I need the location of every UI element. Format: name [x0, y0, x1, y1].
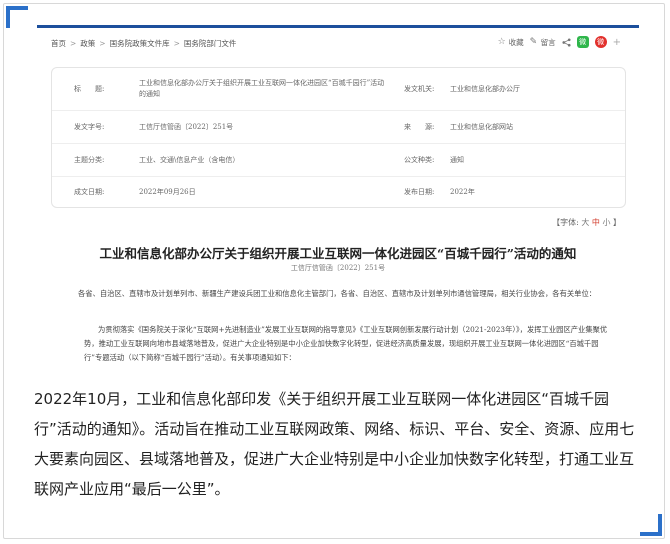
title-value: 工业和信息化部办公厅关于组织开展工业互联网一体化进园区“百城千园行”活动的通知 — [139, 79, 385, 98]
font-size-selector: 【字体: 大 中 小 】 — [552, 217, 621, 228]
corner-decoration — [640, 514, 662, 536]
breadcrumb-item[interactable]: 首页 — [51, 39, 66, 48]
title-label: 标 题: — [74, 85, 105, 93]
pubdate-value: 2022年 — [450, 188, 475, 196]
topic-value: 工业、交通\信息产业（含电信） — [139, 156, 240, 164]
doctype-value: 通知 — [450, 156, 464, 164]
source-label: 来 源: — [404, 123, 435, 131]
breadcrumb-separator: > — [173, 39, 180, 48]
star-icon: ☆ — [497, 36, 506, 47]
pencil-icon: ✎ — [529, 36, 538, 47]
topic-label: 主题分类: — [74, 156, 105, 164]
pubdate-label: 发布日期: — [404, 188, 435, 196]
font-size-suffix: 】 — [613, 218, 621, 227]
document-title: 工业和信息化部办公厅关于组织开展工业互联网一体化进园区“百城千园行”活动的通知 — [99, 246, 577, 261]
metadata-row: 发文字号: 工信厅信管函〔2022〕251号 来 源: 工业和信息化部网站 — [52, 111, 625, 144]
metadata-row: 标 题: 工业和信息化部办公厅关于组织开展工业互联网一体化进园区“百城千园行”活… — [52, 68, 625, 111]
weibo-icon[interactable]: 微 — [594, 36, 607, 48]
comment-button[interactable]: ✎ 留言 — [530, 37, 556, 48]
share-button[interactable] — [562, 37, 571, 47]
font-size-medium[interactable]: 中 — [592, 218, 600, 227]
breadcrumb: 首页 > 政策 > 国务院政策文件库 > 国务院部门文件 — [51, 38, 236, 49]
share-icon — [562, 37, 571, 47]
comment-label: 留言 — [540, 37, 556, 47]
share-toolbar: ☆ 收藏 ✎ 留言 微 微 + — [498, 36, 621, 48]
breadcrumb-item[interactable]: 国务院政策文件库 — [110, 39, 170, 48]
article-frame: 首页 > 政策 > 国务院政策文件库 > 国务院部门文件 ☆ 收藏 ✎ 留言 微 微 + — [3, 3, 665, 539]
source-value: 工业和信息化部网站 — [450, 123, 513, 131]
favorite-button[interactable]: ☆ 收藏 — [498, 37, 524, 48]
breadcrumb-item[interactable]: 政策 — [80, 39, 95, 48]
doctype-label: 公文种类: — [404, 156, 435, 164]
issuer-value: 工业和信息化部办公厅 — [450, 85, 520, 93]
docno-label: 发文字号: — [74, 123, 105, 131]
wechat-icon[interactable]: 微 — [576, 36, 589, 48]
document-paragraph: 为贯彻落实《国务院关于深化“互联网+先进制造业”发展工业互联网的指导意见》《工业… — [84, 325, 608, 362]
breadcrumb-separator: > — [70, 39, 77, 48]
breadcrumb-separator: > — [99, 39, 106, 48]
document-number: 工信厅信管函〔2022〕251号 — [290, 264, 386, 272]
docno-value: 工信厅信管函〔2022〕251号 — [139, 123, 234, 131]
issuer-label: 发文机关: — [404, 85, 435, 93]
corner-decoration — [6, 6, 28, 28]
embedded-screenshot: 首页 > 政策 > 国务院政策文件库 > 国务院部门文件 ☆ 收藏 ✎ 留言 微 微 + — [37, 25, 639, 370]
font-size-large[interactable]: 大 — [581, 218, 589, 227]
favorite-label: 收藏 — [508, 37, 524, 47]
date-label: 成文日期: — [74, 188, 105, 196]
header-rule — [37, 25, 639, 28]
metadata-row: 成文日期: 2022年09月26日 发布日期: 2022年 — [52, 177, 625, 208]
document-paragraph: 各省、自治区、直辖市及计划单列市、新疆生产建设兵团工业和信息化主管部门，各省、自… — [78, 289, 597, 298]
metadata-row: 主题分类: 工业、交通\信息产业（含电信） 公文种类: 通知 — [52, 144, 625, 177]
document-metadata-table: 标 题: 工业和信息化部办公厅关于组织开展工业互联网一体化进园区“百城千园行”活… — [51, 67, 626, 208]
breadcrumb-item[interactable]: 国务院部门文件 — [184, 39, 237, 48]
article-caption: 2022年10月，工业和信息化部印发《关于组织开展工业互联网一体化进园区“百城千… — [34, 390, 635, 498]
date-value: 2022年09月26日 — [139, 188, 196, 196]
font-size-prefix: 【字体: — [552, 218, 579, 227]
more-share-icon[interactable]: + — [613, 37, 621, 48]
font-size-small[interactable]: 小 — [602, 218, 610, 227]
